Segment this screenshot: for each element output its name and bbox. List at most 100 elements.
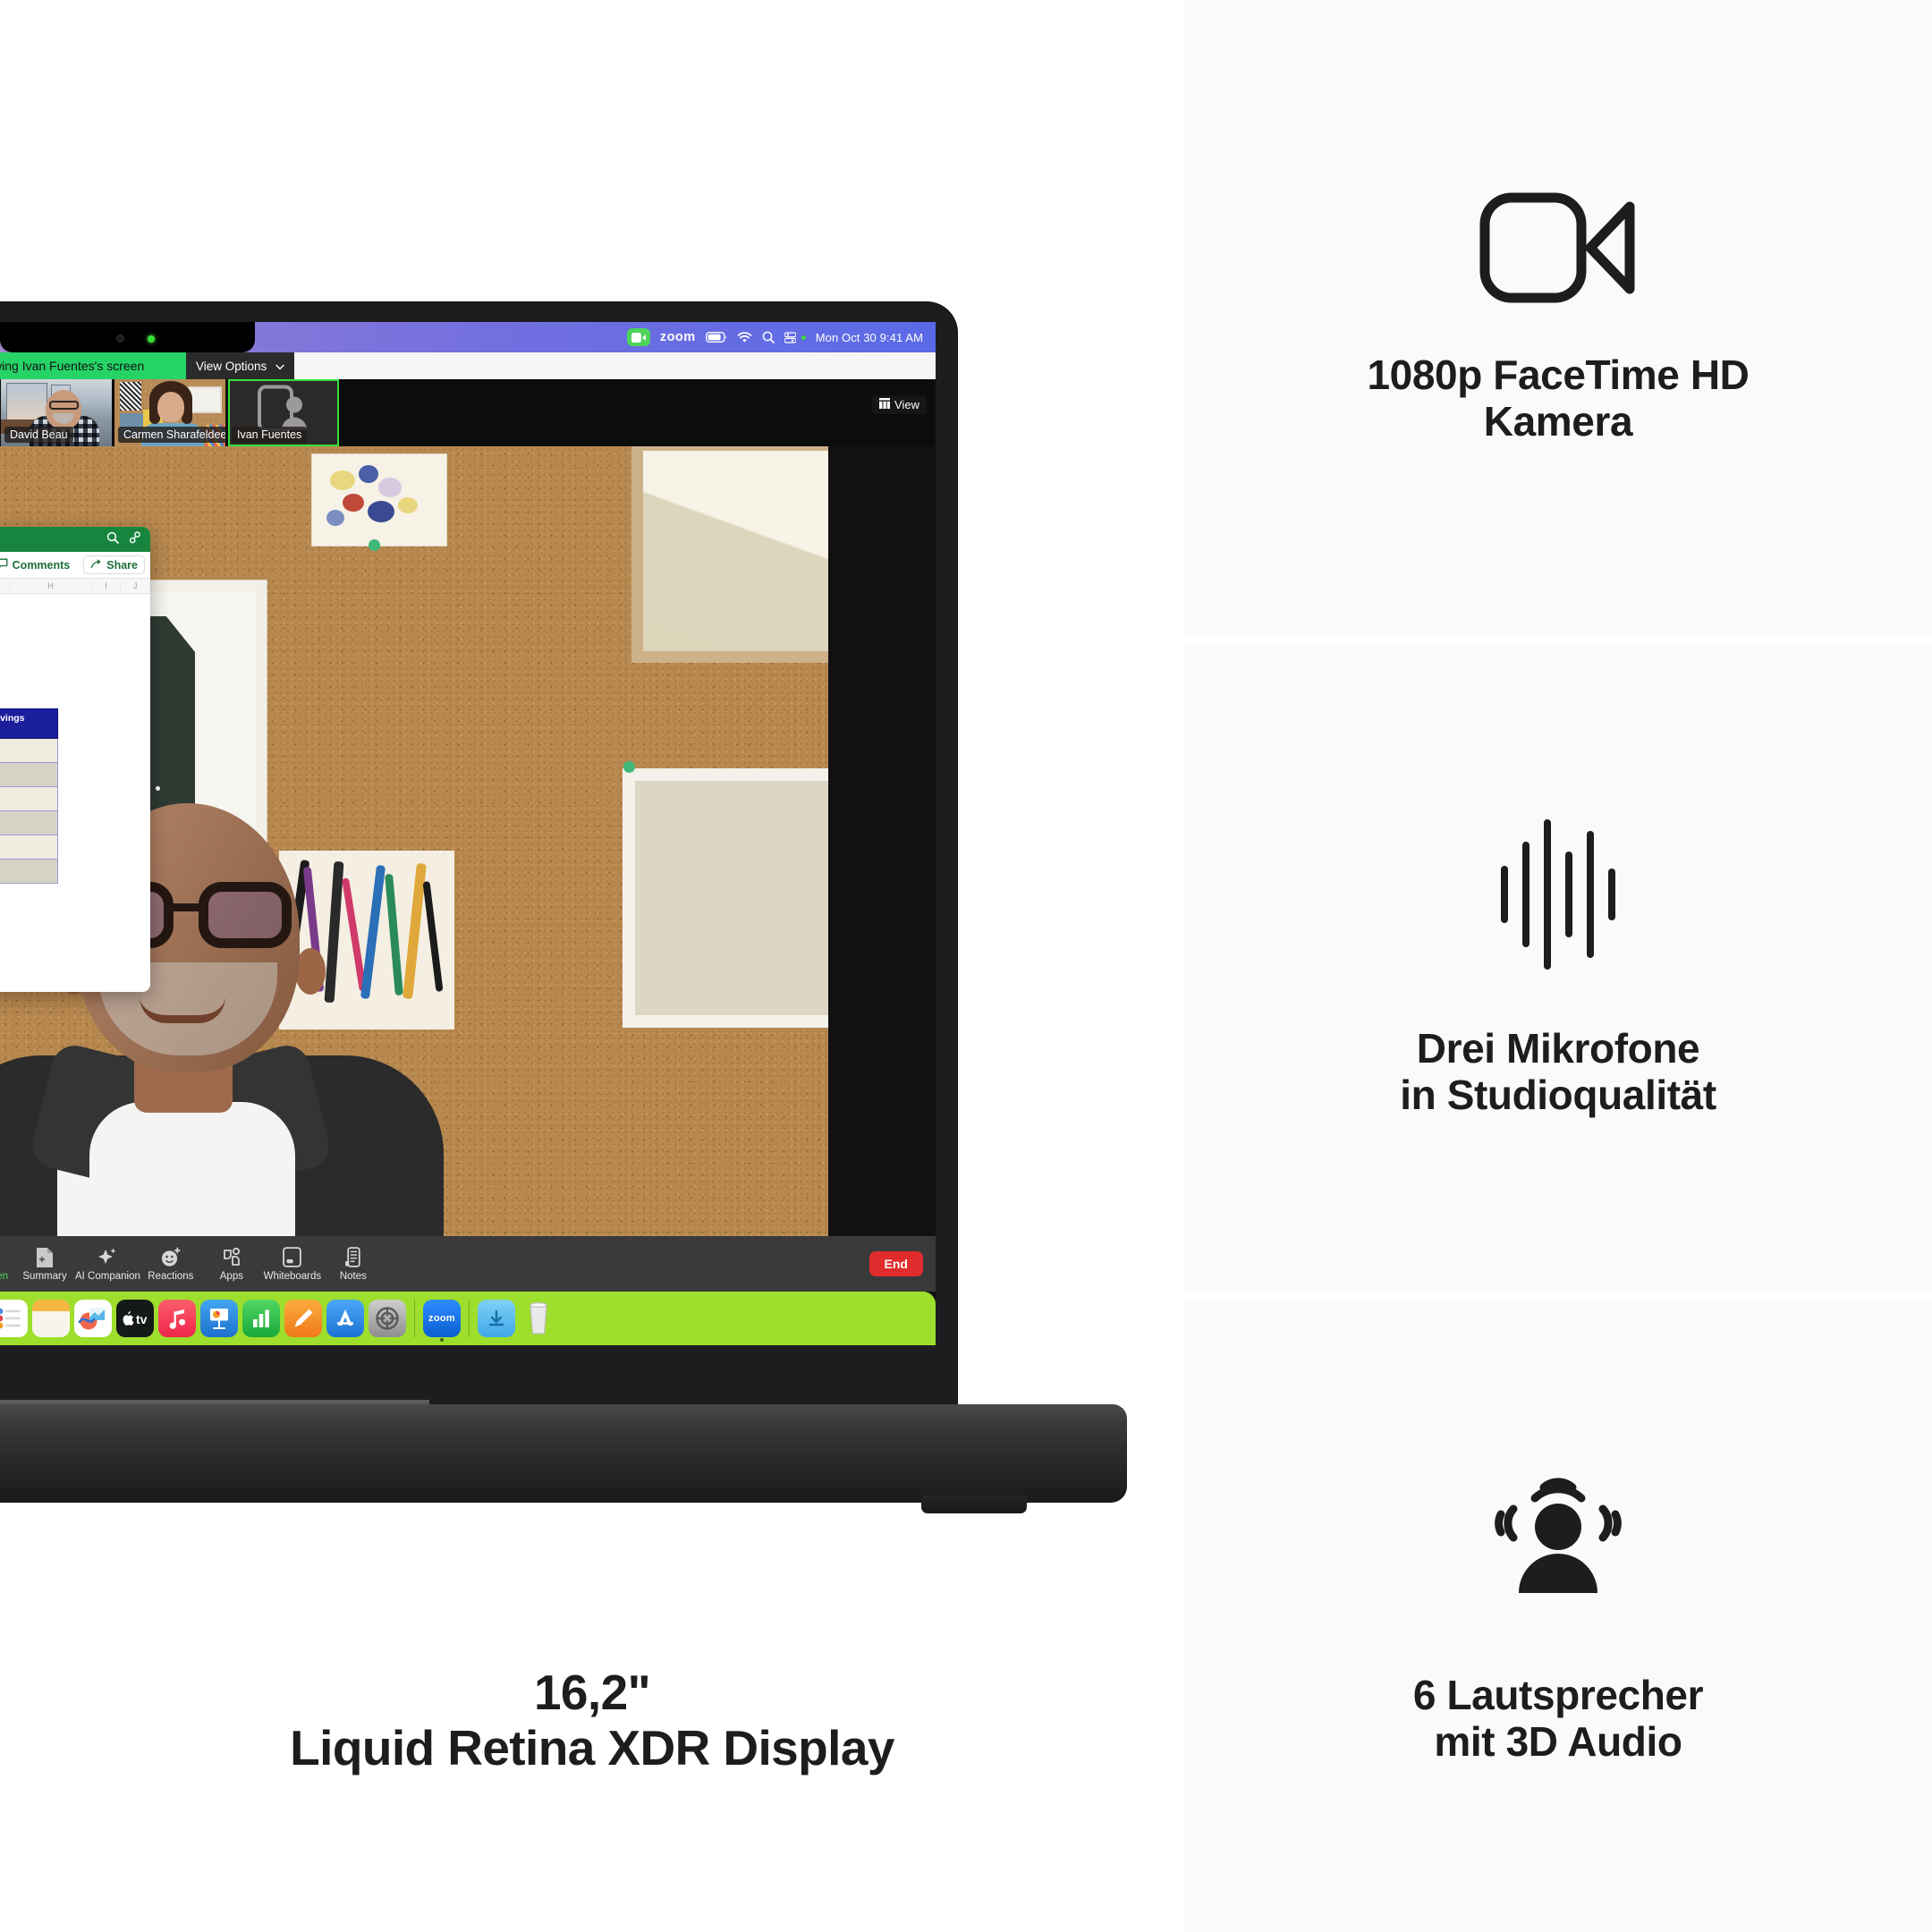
participant-name-label: David Beau <box>4 427 73 443</box>
feature-tiles-section: 1080p FaceTime HD Kamera Drei Mikrofone … <box>1184 0 1932 1932</box>
battery-icon[interactable] <box>705 332 727 343</box>
shared-screen-video: Comments Share G <box>0 446 828 1263</box>
comments-button[interactable]: Comments <box>0 556 77 573</box>
share-button[interactable]: Share <box>83 555 145 574</box>
caption-line2: Kamera <box>1483 398 1633 445</box>
smiley-plus-icon <box>160 1247 182 1268</box>
column-header[interactable]: G <box>0 581 11 590</box>
running-app-indicator <box>440 1338 444 1342</box>
share-label: Share <box>106 558 138 572</box>
app-store-icon[interactable] <box>326 1300 364 1337</box>
wall-artwork-painting <box>311 453 447 547</box>
spatial-audio-person-icon <box>1474 1468 1642 1616</box>
system-settings-icon[interactable] <box>369 1300 406 1337</box>
screen-share-banner: are viewing Ivan Fuentes's screen View O… <box>0 352 936 379</box>
feature-tile-speakers: 6 Lautsprecher mit 3D Audio <box>1184 1301 1932 1932</box>
apps-button[interactable]: Apps <box>201 1247 262 1282</box>
column-header[interactable]: H <box>10 581 92 590</box>
table-row: 6 3143 786 <box>0 738 58 764</box>
laptop-base <box>0 1404 1127 1503</box>
table-row: 3 2881 720 <box>0 786 58 812</box>
menubar-app-name[interactable]: zoom <box>660 330 696 344</box>
share-screen-button[interactable]: ⌃ Share Screen <box>0 1247 14 1282</box>
wall-artwork-frame <box>631 446 828 663</box>
view-layout-button[interactable]: View <box>872 395 927 414</box>
whiteboard-icon <box>283 1247 302 1268</box>
whiteboards-label: Whiteboards <box>263 1270 322 1282</box>
waveform-bar <box>1608 868 1615 920</box>
ai-companion-button[interactable]: AI Companion <box>75 1247 140 1282</box>
dock-divider <box>414 1300 415 1337</box>
numbers-spreadsheet-window[interactable]: Comments Share G <box>0 527 150 992</box>
wall-artwork-embossed <box>623 768 828 1028</box>
caption-line1: 1080p FaceTime HD <box>1367 351 1750 398</box>
search-icon[interactable] <box>106 531 119 548</box>
pages-icon[interactable] <box>284 1300 322 1337</box>
table-cell: 825 <box>0 835 58 860</box>
summary-button[interactable]: Summary <box>14 1247 75 1282</box>
view-button-label: View <box>894 398 919 411</box>
pushpin <box>369 539 380 551</box>
display-caption-line2: Liquid Retina XDR Display <box>290 1719 894 1775</box>
freeform-icon[interactable] <box>74 1300 112 1337</box>
end-meeting-button[interactable]: End <box>869 1251 923 1276</box>
table-row: 2706 676 <box>0 762 58 788</box>
music-icon[interactable] <box>158 1300 196 1337</box>
waveform-bar <box>1544 818 1551 970</box>
whiteboards-button[interactable]: Whiteboards <box>262 1247 323 1282</box>
notes-button[interactable]: Notes <box>323 1247 384 1282</box>
wifi-icon[interactable] <box>737 331 752 343</box>
participant-thumbnail-active[interactable]: Ivan Fuentes <box>228 379 339 446</box>
facetime-camera-icon <box>1479 192 1637 303</box>
table-cell: 891 <box>0 859 58 885</box>
feature-caption-microphones: Drei Mikrofone in Studioqualität <box>1400 1025 1716 1119</box>
spreadsheet-canvas[interactable]: y your fin Projected Reduction (Tons) <box>0 594 150 992</box>
apple-tv-icon[interactable]: tv <box>116 1300 154 1337</box>
table-row: 0 3300 825 <box>0 835 58 860</box>
waveform-bar <box>1501 865 1508 923</box>
participant-filmstrip: David Beau Carmen Sharafeldeen Ivan Fuen… <box>0 379 936 446</box>
zoom-video-icon[interactable] <box>626 328 650 346</box>
table-cell: 838 <box>0 810 58 836</box>
notes-icon <box>344 1247 362 1268</box>
caption-line2: in Studioqualität <box>1400 1072 1716 1118</box>
control-center-icon[interactable] <box>784 331 796 343</box>
apps-icon <box>222 1247 242 1268</box>
table-row: 4 3352 838 <box>0 810 58 836</box>
macos-dock: tv zoom <box>0 1292 936 1345</box>
keynote-icon[interactable] <box>200 1300 238 1337</box>
numbers-icon[interactable] <box>242 1300 280 1337</box>
zoom-icon[interactable]: zoom <box>423 1300 461 1342</box>
participant-name-label: Carmen Sharafeldeen <box>118 427 225 443</box>
reminders-icon[interactable] <box>0 1300 28 1337</box>
menubar-clock[interactable]: Mon Oct 30 9:41 AM <box>816 331 923 344</box>
table-cell: 786 <box>0 738 58 764</box>
column-header[interactable]: I <box>92 581 122 590</box>
downloads-folder-icon[interactable] <box>478 1300 515 1337</box>
screen-share-status-text: are viewing Ivan Fuentes's screen <box>0 352 186 379</box>
zoom-meeting-window: David Beau Carmen Sharafeldeen Ivan Fuen… <box>0 379 936 1345</box>
participant-thumbnail[interactable]: Carmen Sharafeldeen <box>114 379 225 446</box>
ai-companion-label: AI Companion <box>75 1270 140 1282</box>
view-options-button[interactable]: View Options <box>186 352 295 379</box>
notes-icon[interactable] <box>32 1300 70 1337</box>
share-screen-label: Share Screen <box>0 1270 9 1282</box>
zoom-meeting-toolbar: ⌃ Share Screen Summary AI <box>0 1236 936 1292</box>
share-arrow-icon <box>90 558 102 572</box>
table-row: 3 3562 891 <box>0 859 58 885</box>
caption-line1: Drei Mikrofone <box>1416 1024 1700 1072</box>
participant-thumbnail[interactable]: David Beau <box>1 379 112 446</box>
search-icon[interactable] <box>762 331 775 343</box>
reactions-button[interactable]: Reactions <box>140 1247 201 1282</box>
laptop-lid: zoom Mon Oct 30 9:41 AM are viewing <box>0 302 957 1404</box>
numbers-toolbar: Comments Share <box>0 552 150 579</box>
feature-tile-camera: 1080p FaceTime HD Kamera <box>1184 0 1932 637</box>
macbook-display-section: zoom Mon Oct 30 9:41 AM are viewing <box>0 0 1184 1932</box>
collaborate-icon[interactable] <box>129 530 141 548</box>
dock-divider <box>469 1300 470 1337</box>
sparkle-icon <box>97 1247 118 1268</box>
table-col-header: Cost Savings (USD) <box>0 708 58 740</box>
trash-icon[interactable] <box>520 1300 557 1337</box>
reactions-label: Reactions <box>148 1270 194 1282</box>
column-header[interactable]: J <box>121 581 150 590</box>
